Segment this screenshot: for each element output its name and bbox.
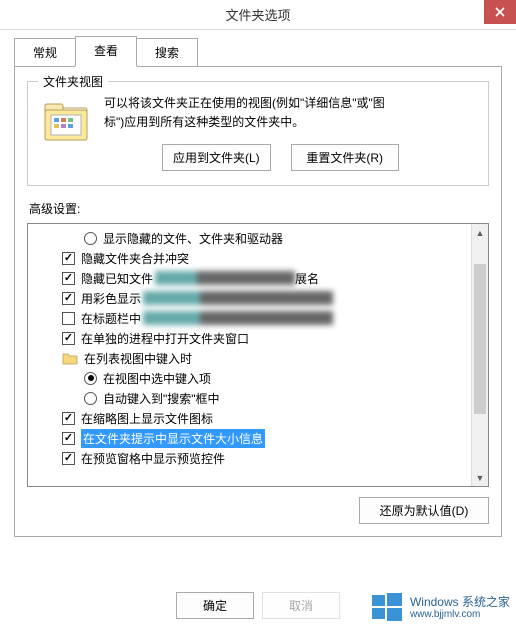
reset-folders-button[interactable]: 重置文件夹(R) <box>291 144 399 171</box>
groupbox-description-line1: 可以将该文件夹正在使用的视图(例如"详细信息"或"图 <box>104 94 399 113</box>
tree-item-label: 在标题栏中 <box>81 310 141 327</box>
checkbox-icon[interactable] <box>62 452 75 465</box>
titlebar: 文件夹选项 <box>0 0 516 30</box>
tab-general[interactable]: 常规 <box>14 38 76 66</box>
radio-icon[interactable] <box>84 372 97 385</box>
checkbox-icon[interactable] <box>62 312 75 325</box>
tree-row[interactable]: 隐藏已知文件 展名 <box>28 268 488 288</box>
close-button[interactable] <box>484 0 516 24</box>
close-icon <box>495 7 505 17</box>
dialog-button-row: 确定 取消 <box>0 592 516 619</box>
tree-row[interactable]: 在单独的进程中打开文件夹窗口 <box>28 328 488 348</box>
apply-to-folders-button[interactable]: 应用到文件夹(L) <box>162 144 271 171</box>
tree-row[interactable]: 在缩略图上显示文件图标 <box>28 408 488 428</box>
tree-item-label: 显示隐藏的文件、文件夹和驱动器 <box>103 230 283 247</box>
tree-row[interactable]: 在视图中选中键入项 <box>28 368 488 388</box>
checkbox-icon[interactable] <box>62 412 75 425</box>
folder-view-groupbox: 文件夹视图 可以将该文件夹正在使用的视图(例如"详细信息"或"图 标")应用到所… <box>27 81 489 186</box>
obscured-region <box>143 291 333 305</box>
obscured-region <box>155 271 295 285</box>
advanced-settings-tree[interactable]: 显示隐藏的文件、文件夹和驱动器 隐藏文件夹合并冲突 隐藏已知文件 展名 用彩色显示… <box>27 223 489 487</box>
tree-row[interactable]: 在文件夹提示中显示文件大小信息 <box>28 428 488 448</box>
checkbox-icon[interactable] <box>62 332 75 345</box>
scroll-thumb[interactable] <box>474 264 486 414</box>
cancel-button[interactable]: 取消 <box>262 592 340 619</box>
tab-search[interactable]: 搜索 <box>136 38 198 66</box>
tree-item-label: 在列表视图中键入时 <box>84 350 192 367</box>
tree-item-label-tail: 展名 <box>295 270 319 287</box>
groupbox-title: 文件夹视图 <box>38 73 108 90</box>
tree-item-label: 隐藏文件夹合并冲突 <box>81 250 189 267</box>
tree-row[interactable]: 显示隐藏的文件、文件夹和驱动器 <box>28 228 488 248</box>
tree-row[interactable]: 在列表视图中键入时 <box>28 348 488 368</box>
restore-defaults-button[interactable]: 还原为默认值(D) <box>359 497 489 524</box>
scroll-up-icon[interactable]: ▲ <box>472 224 488 241</box>
tree-item-label: 用彩色显示 <box>81 290 141 307</box>
tab-panel-view: 文件夹视图 可以将该文件夹正在使用的视图(例如"详细信息"或"图 标")应用到所… <box>14 66 502 537</box>
tab-view[interactable]: 查看 <box>75 36 137 67</box>
folder-icon <box>62 351 78 365</box>
checkbox-icon[interactable] <box>62 292 75 305</box>
advanced-settings-label: 高级设置: <box>29 200 489 217</box>
tree-item-label: 在缩略图上显示文件图标 <box>81 410 213 427</box>
tree-item-label: 隐藏已知文件 <box>81 270 153 287</box>
checkbox-icon[interactable] <box>62 272 75 285</box>
radio-icon[interactable] <box>84 232 97 245</box>
tree-row[interactable]: 自动键入到"搜索"框中 <box>28 388 488 408</box>
folder-views-icon <box>42 98 90 146</box>
tree-item-label: 在预览窗格中显示预览控件 <box>81 450 225 467</box>
ok-button[interactable]: 确定 <box>176 592 254 619</box>
tree-row[interactable]: 用彩色显示 <box>28 288 488 308</box>
tree-item-label: 在单独的进程中打开文件夹窗口 <box>81 330 249 347</box>
scrollbar[interactable]: ▲ ▼ <box>471 224 488 486</box>
checkbox-icon[interactable] <box>62 432 75 445</box>
tree-row[interactable]: 在预览窗格中显示预览控件 <box>28 448 488 468</box>
obscured-region <box>143 311 333 325</box>
tree-item-label: 自动键入到"搜索"框中 <box>103 390 220 407</box>
tree-item-label: 在文件夹提示中显示文件大小信息 <box>81 429 265 448</box>
groupbox-description-line2: 标")应用到所有这种类型的文件夹中。 <box>104 113 399 132</box>
tab-strip: 常规 查看 搜索 <box>0 30 516 66</box>
tree-row[interactable]: 在标题栏中 <box>28 308 488 328</box>
tree-item-label: 在视图中选中键入项 <box>103 370 211 387</box>
checkbox-icon[interactable] <box>62 252 75 265</box>
scroll-down-icon[interactable]: ▼ <box>472 469 488 486</box>
window-title: 文件夹选项 <box>225 5 290 24</box>
radio-icon[interactable] <box>84 392 97 405</box>
tree-row[interactable]: 隐藏文件夹合并冲突 <box>28 248 488 268</box>
